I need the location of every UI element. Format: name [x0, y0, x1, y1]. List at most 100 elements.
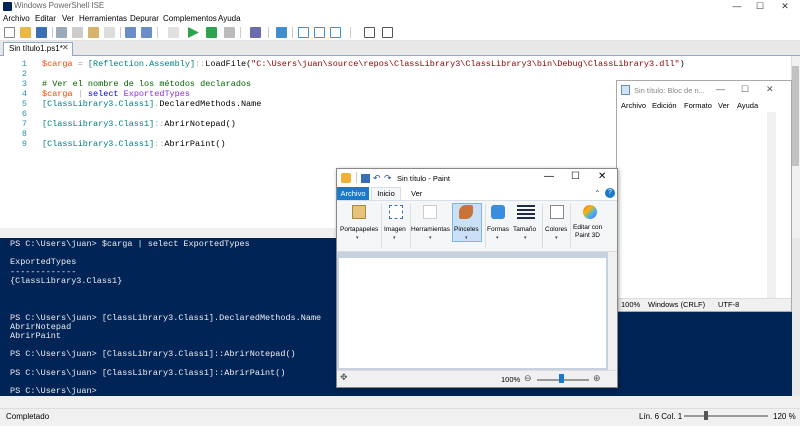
code-line: 4 $carga | select ExportedTypes — [0, 89, 190, 99]
ribbon-label: Tamaño — [513, 226, 537, 233]
ribbon-colores[interactable]: Colores ▾ — [544, 203, 570, 245]
open-folder-icon[interactable] — [20, 27, 31, 38]
code-token: LoadFile — [205, 59, 247, 69]
notepad-scrollbar[interactable] — [767, 112, 776, 298]
show-addon-icon[interactable] — [382, 27, 393, 38]
cut-icon[interactable] — [56, 27, 67, 38]
menu-archivo[interactable]: Archivo — [3, 14, 30, 23]
chevron-down-icon: ▾ — [555, 235, 558, 241]
new-file-icon[interactable] — [4, 27, 15, 38]
ribbon-tamano[interactable]: Tamaño ▾ — [512, 203, 540, 245]
code-token: "C:\Users\juan\source\repos\ClassLibrary… — [251, 59, 680, 69]
console-line: PS C:\Users\juan> $carga | select Export… — [10, 239, 250, 249]
copy-icon[interactable] — [72, 27, 83, 38]
tab-close-icon[interactable]: ✕ — [62, 43, 69, 52]
ribbon-formas[interactable]: Formas ▾ — [486, 203, 510, 245]
chevron-down-icon: ▾ — [524, 235, 527, 241]
notepad-menu-formato[interactable]: Formato — [684, 101, 712, 110]
notepad-line-ending: Windows (CRLF) — [648, 300, 706, 309]
start-powershell-icon[interactable] — [276, 27, 287, 38]
code-line: 5 [ClassLibrary3.Class1].DeclaredMethods.… — [0, 99, 261, 109]
save-icon[interactable] — [36, 27, 47, 38]
status-text: Completado — [6, 412, 50, 421]
toolbar-separator — [157, 27, 158, 38]
code-token: [ClassLibrary3.Class1] — [42, 119, 155, 129]
zoom-slider-thumb[interactable] — [704, 411, 708, 420]
console-line: {ClassLibrary3.Class1} — [10, 275, 123, 286]
show-script-top-icon[interactable] — [298, 27, 309, 38]
paint-maximize-button[interactable]: ☐ — [571, 171, 580, 182]
redo-icon[interactable] — [141, 27, 152, 38]
notepad-encoding: UTF-8 — [718, 300, 740, 309]
help-icon[interactable]: ? — [605, 188, 615, 198]
tab-inicio[interactable]: Inicio — [371, 187, 401, 200]
menu-ayuda[interactable]: Ayuda — [218, 14, 241, 23]
editor-scroll-thumb[interactable] — [792, 66, 799, 166]
line-number: 1 — [21, 59, 27, 69]
paint-zoom-thumb[interactable] — [559, 374, 564, 383]
chevron-down-icon: ▾ — [496, 235, 499, 241]
notepad-menu-edicion[interactable]: Edición — [652, 101, 677, 110]
show-script-right-icon[interactable] — [314, 27, 325, 38]
ribbon-paint3d[interactable]: Editar con Paint 3D — [572, 203, 608, 245]
tab-archivo[interactable]: Archivo — [337, 187, 369, 200]
ribbon-imagen[interactable]: Imagen ▾ — [383, 203, 409, 245]
tab-ver[interactable]: Ver — [411, 189, 422, 198]
notepad-maximize-button[interactable]: ☐ — [741, 84, 749, 95]
notepad-close-button[interactable]: ✕ — [766, 84, 774, 95]
ribbon-pinceles[interactable]: Pinceles ▾ — [452, 203, 482, 245]
code-token: :: — [195, 59, 206, 69]
toolbar-separator — [268, 27, 269, 38]
notepad-minimize-button[interactable]: — — [716, 84, 725, 94]
redo-icon[interactable]: ↷ — [384, 173, 392, 184]
ribbon-herramientas[interactable]: Herramientas ▾ — [411, 203, 451, 245]
code-line: 9 [ClassLibrary3.Class1]::AbrirPaint() — [0, 139, 226, 149]
stop-icon[interactable] — [224, 27, 235, 38]
ribbon-label: Herramientas — [411, 226, 451, 233]
code-line: 2 — [0, 69, 42, 79]
notepad-menu-archivo[interactable]: Archivo — [621, 101, 646, 110]
chevron-down-icon: ▾ — [356, 235, 359, 241]
menu-complementos[interactable]: Complementos — [163, 14, 217, 23]
paint-close-button[interactable]: ✕ — [598, 171, 606, 182]
toolbar-separator — [240, 27, 241, 38]
ribbon-separator — [570, 204, 571, 248]
notepad-text-area[interactable] — [617, 112, 767, 298]
ribbon-separator — [542, 204, 543, 248]
undo-icon[interactable] — [125, 27, 136, 38]
ribbon-portapapeles[interactable]: Portapapeles ▾ — [339, 203, 379, 245]
run-selection-icon[interactable] — [206, 27, 217, 38]
undo-icon[interactable]: ↶ — [373, 173, 381, 184]
maximize-button[interactable]: ☐ — [747, 0, 773, 13]
notepad-menu-ayuda[interactable]: Ayuda — [737, 101, 758, 110]
menu-editar[interactable]: Editar — [35, 14, 56, 23]
clear-icon[interactable] — [104, 27, 115, 38]
menu-herramientas[interactable]: Herramientas — [79, 14, 127, 23]
zoom-in-icon[interactable]: ⊕ — [593, 373, 601, 384]
console-scrollbar[interactable] — [792, 238, 800, 396]
menu-ver[interactable]: Ver — [62, 14, 74, 23]
code-line: 7 [ClassLibrary3.Class1]::AbrirNotepad() — [0, 119, 236, 129]
line-number: 2 — [21, 69, 27, 79]
paint-title: Sin título - Paint — [397, 174, 450, 183]
zoom-slider[interactable] — [684, 415, 768, 417]
zoom-out-icon[interactable]: ⊖ — [524, 373, 532, 384]
show-commands-icon[interactable] — [364, 27, 375, 38]
show-script-max-icon[interactable] — [330, 27, 341, 38]
toolbar-separator — [52, 27, 53, 38]
collapse-ribbon-icon[interactable]: ⌃ — [594, 189, 601, 198]
close-button[interactable]: ✕ — [772, 0, 798, 13]
code-token: = — [72, 59, 88, 69]
new-remote-tab-icon[interactable] — [168, 27, 179, 38]
paint-minimize-button[interactable]: — — [544, 171, 554, 182]
notepad-menu-ver[interactable]: Ver — [718, 101, 729, 110]
ribbon-label: Imagen — [384, 226, 406, 233]
remote-powershell-icon[interactable] — [250, 27, 261, 38]
paint-canvas[interactable] — [339, 258, 606, 368]
save-icon[interactable] — [361, 174, 370, 183]
menu-depurar[interactable]: Depurar — [130, 14, 159, 23]
paint-scrollbar[interactable] — [608, 252, 617, 370]
paste-icon[interactable] — [88, 27, 99, 38]
code-line: 1 $carga = [Reflection.Assembly]::LoadFil… — [0, 59, 685, 69]
ribbon-label: Paint 3D — [575, 232, 600, 239]
